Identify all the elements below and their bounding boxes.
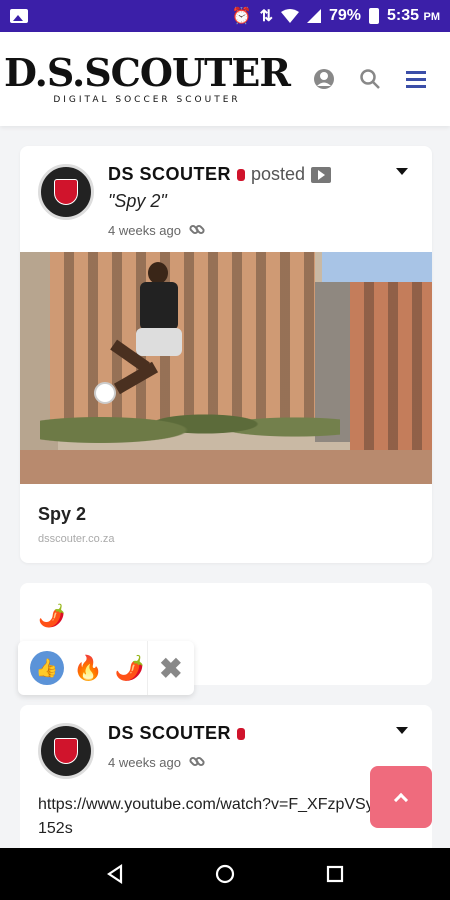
- header-actions: [312, 67, 428, 91]
- wifi-icon: [280, 9, 299, 23]
- post-time-line: 4 weeks ago: [108, 222, 331, 238]
- alarm-icon: ⏰: [231, 8, 252, 25]
- avatar[interactable]: [38, 723, 94, 779]
- post-meta: DS SCOUTER posted "Spy 2" 4 weeks ago: [108, 164, 332, 238]
- signal-icon: [306, 9, 321, 23]
- author-name[interactable]: DS SCOUTER: [108, 164, 231, 185]
- reaction-picker: 👍 🔥 🌶️ ✖: [18, 641, 194, 695]
- post-options-dropdown[interactable]: [396, 727, 408, 734]
- logo-subtitle: DIGITAL SOCCER SCOUTER: [53, 95, 241, 105]
- post-card: DS SCOUTER posted "Spy 2" 4 weeks ago Sp…: [20, 146, 432, 563]
- shield-icon: [54, 179, 78, 205]
- verified-badge-icon: [237, 168, 246, 181]
- status-bar: ⏰ ⇅ 79% 5:35 PM: [0, 0, 450, 32]
- battery-percent: 79%: [328, 7, 362, 24]
- back-icon[interactable]: [104, 863, 126, 885]
- image-icon: [10, 9, 28, 23]
- link-title[interactable]: Spy 2: [38, 504, 414, 525]
- like-reaction-button[interactable]: 👍: [30, 651, 64, 685]
- chili-reaction-button[interactable]: 🌶️: [113, 651, 147, 685]
- search-icon[interactable]: [358, 67, 382, 91]
- post-meta: DS SCOUTER 4 weeks ago: [108, 723, 246, 779]
- post-header: DS SCOUTER posted "Spy 2" 4 weeks ago: [20, 146, 432, 252]
- post-timestamp[interactable]: 4 weeks ago: [108, 755, 181, 770]
- post-action: posted: [251, 164, 306, 184]
- close-reactions-button[interactable]: ✖: [146, 641, 194, 695]
- verified-badge-icon: [237, 727, 246, 740]
- logo-title: D.S.SCOUTER: [4, 50, 291, 95]
- player-torso: [140, 282, 178, 330]
- clock: 5:35 PM: [387, 7, 440, 24]
- author-name[interactable]: DS SCOUTER: [108, 723, 231, 744]
- chevron-up-icon: [393, 792, 409, 808]
- ground: [20, 450, 432, 484]
- post-title: "Spy 2": [108, 191, 167, 211]
- system-nav-bar: [0, 848, 450, 900]
- player-figure: [94, 262, 200, 432]
- home-icon[interactable]: [214, 863, 236, 885]
- video-thumbnail[interactable]: [20, 252, 432, 484]
- author-line: DS SCOUTER posted: [108, 164, 332, 185]
- reactions-bar: 🌶️ 👍 🔥 🌶️ ✖: [18, 583, 432, 695]
- scroll-to-top-button[interactable]: [370, 766, 432, 828]
- link-icon[interactable]: [189, 754, 205, 770]
- building: [350, 282, 432, 452]
- recents-icon[interactable]: [324, 863, 346, 885]
- status-indicators: ⏰ ⇅ 79% 5:35 PM: [232, 6, 440, 26]
- avatar[interactable]: [38, 164, 94, 220]
- player-head: [148, 262, 168, 284]
- shield-icon: [54, 738, 78, 764]
- video-icon: [311, 166, 332, 183]
- windows: [350, 282, 432, 452]
- battery-icon: [369, 8, 380, 24]
- reaction-summary[interactable]: 🌶️: [38, 603, 65, 629]
- sky: [322, 252, 432, 282]
- logo[interactable]: D.S.SCOUTER DIGITAL SOCCER SCOUTER: [4, 53, 291, 106]
- post-options-dropdown[interactable]: [396, 168, 408, 175]
- menu-icon[interactable]: [404, 67, 428, 91]
- author-line: DS SCOUTER: [108, 723, 246, 744]
- data-arrows-icon: ⇅: [259, 8, 273, 25]
- link-domain: dsscouter.co.za: [38, 533, 115, 545]
- link-preview[interactable]: Spy 2 dsscouter.co.za: [20, 484, 432, 563]
- post-time-line: 4 weeks ago: [108, 754, 245, 770]
- fire-reaction-button[interactable]: 🔥: [72, 651, 106, 685]
- app-header: D.S.SCOUTER DIGITAL SOCCER SCOUTER: [0, 32, 450, 126]
- user-icon[interactable]: [312, 67, 336, 91]
- link-icon[interactable]: [189, 222, 205, 238]
- post-timestamp[interactable]: 4 weeks ago: [108, 223, 181, 238]
- player-shorts: [136, 328, 182, 356]
- football: [94, 382, 116, 404]
